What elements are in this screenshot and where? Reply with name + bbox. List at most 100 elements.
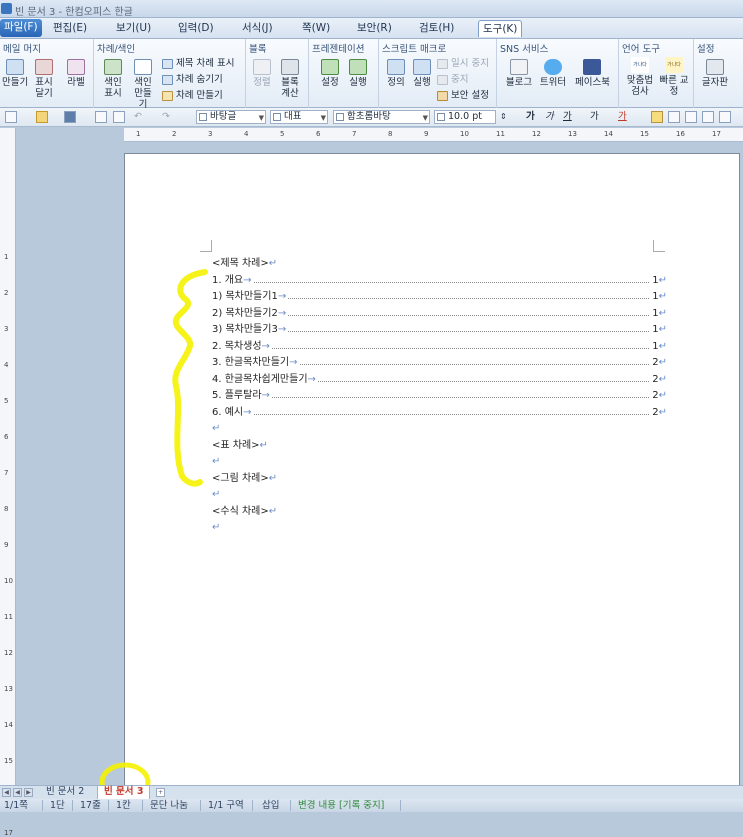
app-icon[interactable] <box>1 3 12 14</box>
ruler-tick-label: 2 <box>172 130 177 138</box>
undo-icon[interactable]: ↶ <box>134 110 142 124</box>
ruler-tick-label: 10 <box>4 577 13 585</box>
align-center-icon[interactable] <box>685 111 697 123</box>
font-color-button[interactable]: 가 <box>618 110 627 124</box>
macro-security-button[interactable]: 보안 설정 <box>437 90 489 102</box>
toc-entry[interactable]: 1. 개요→ 1↵ <box>212 272 667 289</box>
print-icon[interactable] <box>95 111 107 123</box>
group-title: 프레젠테이션 <box>312 44 365 55</box>
label-button[interactable]: 라벨 <box>62 59 90 88</box>
button-label: 실행 <box>413 77 431 88</box>
align-right-icon[interactable] <box>702 111 714 123</box>
toc-entry-text: 4. 한글목차쉽게만들기 <box>212 373 308 385</box>
stop-icon <box>437 74 448 85</box>
menu-page[interactable]: 쪽(W) <box>302 20 330 37</box>
preview-icon[interactable] <box>113 111 125 123</box>
toc-entry[interactable]: 1) 목차만들기1→ 1↵ <box>212 289 667 306</box>
menu-insert[interactable]: 입력(D) <box>178 20 214 37</box>
window-title: 빈 문서 3 - 한컴오피스 한글 <box>15 7 133 18</box>
figure-list-heading: <그림 차례>↵ <box>212 470 667 487</box>
underline-button[interactable]: 가 <box>563 110 572 124</box>
menu-format[interactable]: 서식(J) <box>242 20 273 37</box>
document-page[interactable]: <제목 차례> ↵ 1. 개요→ 1↵ 1) 목차만들기1→ 1↵ 2) 목차만들기2→ 1… <box>124 153 740 786</box>
menu-security[interactable]: 보안(R) <box>357 20 392 37</box>
toc-entry-text: 3) 목차만들기3 <box>212 324 278 335</box>
tab-document-3[interactable]: 빈 문서 3 <box>97 786 151 799</box>
mail-merge-mark-button[interactable]: 표시 달기 <box>31 59 57 99</box>
font-select[interactable]: 함초롬바탕 ▼ <box>333 110 430 124</box>
ruler-tick-label: 5 <box>4 397 9 405</box>
strikethrough-button[interactable]: 가 <box>590 110 599 124</box>
ruler-tick-label: 5 <box>280 130 285 138</box>
font-size-stepper-icon[interactable]: ⇕ <box>500 110 507 124</box>
vertical-ruler[interactable]: 1234567891011121314151617 <box>0 128 16 837</box>
horizontal-ruler[interactable]: 1 2 3 4 5 6 7 8 9 10 11 12 13 14 15 16 17 <box>124 128 743 142</box>
mail-merge-create-button[interactable]: 만들기 <box>2 59 28 88</box>
index-mark-button[interactable]: 색인 표시 <box>100 59 126 99</box>
toc-entry-text: 2) 목차만들기2 <box>212 307 278 319</box>
return-mark: ↵ <box>658 274 667 286</box>
toc-entry[interactable]: 3) 목차만들기3→ 1↵ <box>212 322 667 339</box>
macro-pause-button[interactable]: 일시 중지 <box>437 58 489 70</box>
open-folder-icon[interactable] <box>36 111 48 123</box>
toc-entry[interactable]: 3. 한글목차만들기→ 2↵ <box>212 355 667 372</box>
distribute-icon[interactable] <box>719 111 731 123</box>
chevron-down-icon: ▼ <box>320 114 326 122</box>
toc-entry[interactable]: 5. 플루탈라→ 2↵ <box>212 388 667 405</box>
toc-create-button[interactable]: 차례 만들기 <box>162 90 223 102</box>
facebook-icon <box>583 59 601 75</box>
toc-entry[interactable]: 6. 예시→ 2↵ <box>212 404 667 421</box>
macro-run-button[interactable]: 실행 <box>410 59 434 88</box>
status-insert-mode[interactable]: 삽입 <box>262 800 279 811</box>
tab-nav-first-icon[interactable]: ◀ <box>2 788 11 797</box>
ruler-tick-label: 13 <box>4 685 13 693</box>
twitter-button[interactable]: 트위터 <box>539 59 567 88</box>
button-label: 글자판 <box>701 77 729 88</box>
font-size-unit: pt <box>472 111 482 122</box>
toc-entry[interactable]: 2. 목차생성→ 1↵ <box>212 338 667 355</box>
presentation-run-button[interactable]: 실행 <box>346 59 370 88</box>
style-select[interactable]: 바탕글 ▼ <box>196 110 266 124</box>
save-icon[interactable] <box>64 111 76 123</box>
new-document-icon[interactable] <box>5 111 17 123</box>
keyboard-layout-button[interactable]: 글자판 <box>700 59 730 88</box>
sort-button[interactable]: 정렬 <box>250 59 274 88</box>
status-page[interactable]: 1/1쪽 <box>4 800 28 811</box>
tab-nav-prev-icon[interactable]: ◀ <box>13 788 22 797</box>
facebook-button[interactable]: 페이스북 <box>575 59 610 88</box>
menu-file[interactable]: 파일(F) <box>0 19 42 37</box>
tab-document-2[interactable]: 빈 문서 2 <box>40 786 90 799</box>
button-label: 색인 만들기 <box>134 77 152 110</box>
font-size-input[interactable]: 10.0 pt <box>434 110 496 124</box>
blog-button[interactable]: 블로그 <box>505 59 533 88</box>
index-create-button[interactable]: 색인 만들기 <box>130 59 156 110</box>
menu-edit[interactable]: 편집(E) <box>53 20 87 37</box>
menu-view[interactable]: 보기(U) <box>116 20 151 37</box>
menu-review[interactable]: 검토(H) <box>419 20 454 37</box>
language-select[interactable]: 대표 ▼ <box>270 110 328 124</box>
toc-entry[interactable]: 2) 목차만들기2→ 1↵ <box>212 305 667 322</box>
toc-hide-button[interactable]: 차례 숨기기 <box>162 74 223 86</box>
italic-button[interactable]: 가 <box>545 110 554 124</box>
toc-entry[interactable]: 4. 한글목차쉽게만들기→ 2↵ <box>212 371 667 388</box>
status-track-changes[interactable]: 변경 내용 [기록 중지] <box>298 800 384 811</box>
group-title: 스크립트 매크로 <box>382 44 447 55</box>
tab-nav-next-icon[interactable]: ▶ <box>24 788 33 797</box>
heading-text: <제목 차례> <box>212 258 269 269</box>
bold-button[interactable]: 가 <box>526 110 535 124</box>
justify-icon[interactable] <box>651 111 663 123</box>
macro-stop-button[interactable]: 중지 <box>437 74 468 86</box>
redo-icon[interactable]: ↷ <box>162 110 170 124</box>
new-tab-icon[interactable]: + <box>156 788 165 797</box>
quick-correct-button[interactable]: 가나다 빠른 교정 <box>659 57 689 97</box>
block-calc-button[interactable]: 블록 계산 <box>277 59 303 99</box>
presentation-setup-button[interactable]: 설정 <box>318 59 342 88</box>
toc-hide-icon <box>162 74 173 85</box>
spellcheck-icon: 가나다 <box>631 57 649 73</box>
menu-tools[interactable]: 도구(K) <box>478 20 523 37</box>
document-body[interactable]: <제목 차례> ↵ 1. 개요→ 1↵ 1) 목차만들기1→ 1↵ 2) 목차만들기2→ 1… <box>212 256 667 537</box>
spellcheck-button[interactable]: 가나다 맞춤법 검사 <box>625 57 655 97</box>
align-left-icon[interactable] <box>668 111 680 123</box>
toc-title-mark-button[interactable]: 제목 차례 표시 <box>162 58 234 70</box>
macro-define-button[interactable]: 정의 <box>384 59 408 88</box>
